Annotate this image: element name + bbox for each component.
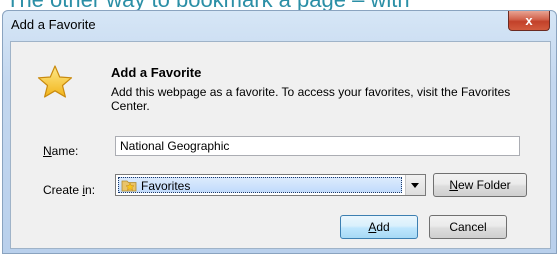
- new-folder-button[interactable]: New Folder: [433, 173, 527, 197]
- name-label-rest: ame:: [51, 144, 79, 158]
- dialog-body: Add a Favorite Add this webpage as a fav…: [10, 41, 551, 249]
- dialog-heading: Add a Favorite: [111, 65, 202, 80]
- new-folder-accel: N: [449, 178, 458, 192]
- chevron-down-icon[interactable]: [405, 175, 425, 195]
- name-label: Name:: [43, 144, 78, 158]
- title-bar[interactable]: Add a Favorite x: [3, 11, 556, 41]
- create-in-label-suffix: n:: [85, 183, 96, 197]
- add-favorite-dialog: Add a Favorite x Add a Favorite Add this…: [2, 10, 557, 254]
- create-in-label-prefix: Create: [43, 183, 83, 197]
- name-label-accel: N: [43, 144, 52, 158]
- create-in-label: Create in:: [43, 183, 95, 197]
- dialog-description: Add this webpage as a favorite. To acces…: [111, 85, 511, 113]
- create-in-selected: Favorites: [118, 177, 402, 193]
- add-button[interactable]: Add: [340, 215, 418, 239]
- close-icon: x: [525, 13, 533, 28]
- star-icon: [37, 65, 73, 98]
- cancel-button[interactable]: Cancel: [429, 215, 507, 239]
- create-in-dropdown[interactable]: Favorites: [115, 174, 426, 196]
- window-title: Add a Favorite: [11, 17, 96, 32]
- create-in-value: Favorites: [141, 179, 191, 193]
- new-folder-label: ew Folder: [457, 178, 511, 192]
- name-input[interactable]: [115, 136, 520, 156]
- folder-icon: [121, 180, 137, 192]
- add-label: dd: [376, 220, 390, 234]
- close-button[interactable]: x: [508, 11, 550, 31]
